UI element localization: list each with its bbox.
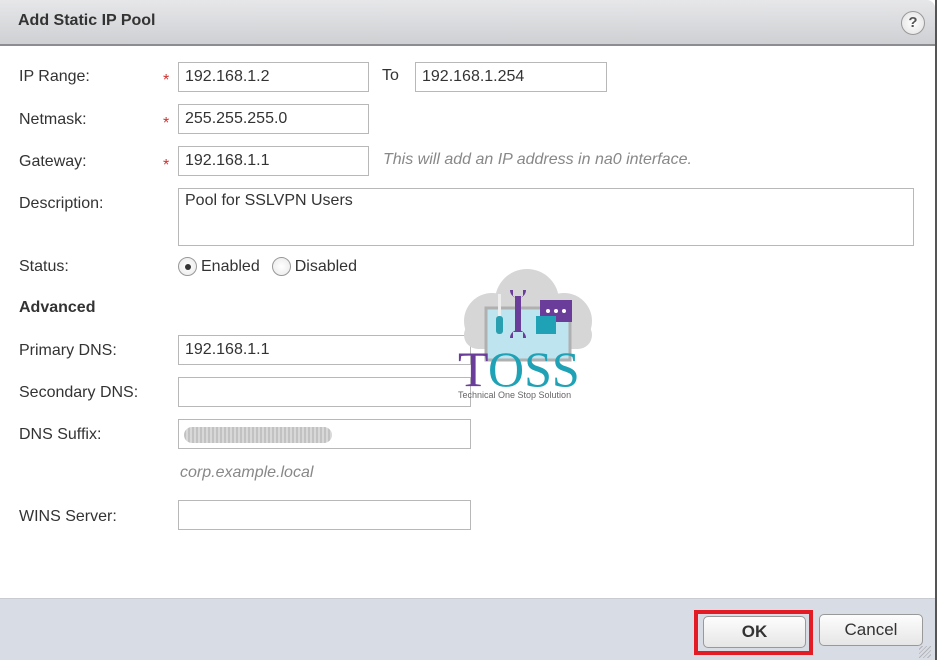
dns-suffix-hint: corp.example.local: [180, 464, 314, 481]
toss-letters-oss: OSS: [488, 341, 580, 397]
toss-watermark-logo: T OSS Technical One Stop Solution: [458, 269, 592, 400]
help-icon[interactable]: ?: [901, 11, 925, 35]
dialog-title: Add Static IP Pool: [18, 12, 156, 29]
resize-grip-icon[interactable]: [919, 646, 931, 658]
gateway-input[interactable]: [178, 146, 369, 176]
add-static-ip-pool-dialog: Add Static IP Pool ? IP Range: * To Netm…: [0, 0, 937, 660]
gateway-label: Gateway:: [19, 153, 87, 170]
ip-range-to-label: To: [382, 67, 399, 84]
status-radio-group: Enabled Disabled: [178, 257, 365, 276]
status-disabled-label[interactable]: Disabled: [295, 258, 357, 276]
required-icon: *: [163, 157, 170, 174]
gateway-hint: This will add an IP address in na0 inter…: [383, 151, 692, 168]
cancel-button[interactable]: Cancel: [819, 614, 923, 646]
secondary-dns-input[interactable]: [178, 377, 471, 407]
radio-selected-dot: [184, 263, 191, 270]
secondary-dns-label: Secondary DNS:: [19, 384, 139, 401]
wins-server-input[interactable]: [178, 500, 471, 530]
netmask-input[interactable]: [178, 104, 369, 134]
toss-letter-t: T: [458, 341, 489, 397]
ip-range-from-input[interactable]: [178, 62, 369, 92]
ip-range-label: IP Range:: [19, 68, 90, 85]
required-icon: *: [163, 72, 170, 89]
primary-dns-label: Primary DNS:: [19, 342, 117, 359]
status-enabled-radio[interactable]: [178, 257, 197, 276]
dns-suffix-label: DNS Suffix:: [19, 426, 102, 443]
status-enabled-label[interactable]: Enabled: [201, 258, 260, 276]
status-label: Status:: [19, 258, 69, 275]
description-label: Description:: [19, 195, 104, 212]
dialog-titlebar: Add Static IP Pool ?: [0, 0, 935, 46]
status-disabled-radio[interactable]: [271, 257, 291, 276]
description-textarea[interactable]: Pool for SSLVPN Users: [178, 188, 914, 246]
primary-dns-input[interactable]: [178, 335, 471, 365]
toss-tagline: Technical One Stop Solution: [458, 390, 571, 400]
wins-server-label: WINS Server:: [19, 508, 117, 525]
ip-range-to-input[interactable]: [415, 62, 607, 92]
required-icon: *: [163, 115, 170, 132]
netmask-label: Netmask:: [19, 111, 87, 128]
ok-button[interactable]: OK: [703, 616, 806, 648]
advanced-heading: Advanced: [19, 299, 96, 316]
redacted-value: [184, 427, 332, 443]
